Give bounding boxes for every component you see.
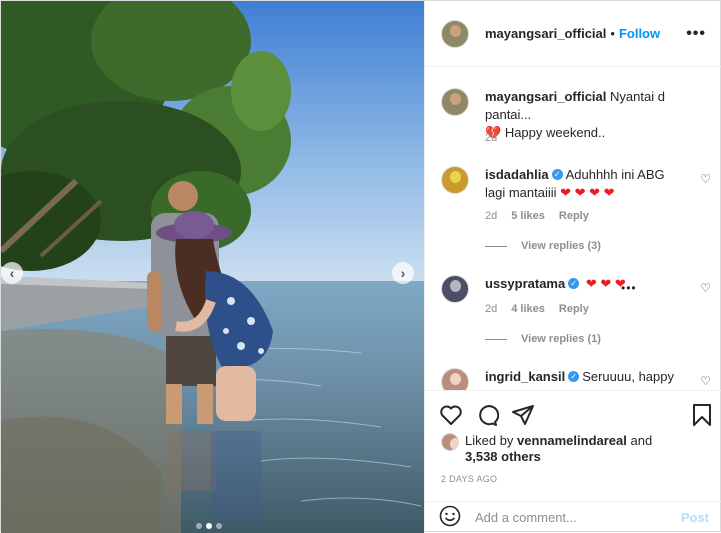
- caption-time: 2d: [485, 132, 498, 144]
- comment-meta: 2d 5 likes Reply: [485, 210, 589, 222]
- comment-username[interactable]: isdadahlia: [485, 167, 549, 182]
- previous-slide-button[interactable]: ‹: [1, 262, 23, 284]
- header-separator: •: [610, 26, 615, 41]
- likes-count-link[interactable]: 3,538 others: [465, 449, 541, 464]
- caption-row: mayangsari_official Nyantai d pantai... …: [441, 88, 711, 148]
- post-header: mayangsari_official • Follow •••: [425, 1, 721, 67]
- comment-options-icon[interactable]: •••: [621, 281, 637, 295]
- post-side-panel: mayangsari_official • Follow ••• mayangs…: [424, 1, 721, 533]
- caption-username[interactable]: mayangsari_official: [485, 89, 606, 104]
- next-slide-button[interactable]: ›: [392, 262, 414, 284]
- comment-likes[interactable]: 5 likes: [511, 210, 545, 222]
- comment-time: 2d: [485, 303, 498, 315]
- view-replies-button[interactable]: View replies (3): [485, 240, 601, 252]
- more-options-icon[interactable]: •••: [686, 25, 706, 43]
- carousel-dot: [196, 523, 202, 529]
- liked-by: Liked by vennamelindareal and 3,538 othe…: [441, 433, 685, 465]
- like-comment-heart-icon[interactable]: ♡: [700, 281, 711, 295]
- share-paper-plane-icon[interactable]: [511, 403, 535, 430]
- carousel-dot: [216, 523, 222, 529]
- caption-text-2: Happy weekend..: [504, 125, 606, 140]
- commenter-avatar[interactable]: [441, 368, 469, 390]
- view-replies-label: View replies (3): [521, 240, 601, 252]
- replies-divider-line: [485, 338, 507, 340]
- comment-row: isdadahlia ✓ Aduhhhh ini ABG lagi mantaiii…: [441, 166, 711, 261]
- smiley-icon[interactable]: [439, 505, 461, 530]
- liked-prefix: Liked by: [465, 433, 514, 448]
- comment-time: 2d: [485, 210, 498, 222]
- replies-divider-line: [485, 245, 507, 247]
- comment-meta: 2d 4 likes Reply: [485, 303, 589, 315]
- instagram-post: ‹ › mayangsari_official • Follow ••• may…: [0, 0, 721, 533]
- comment-username[interactable]: ussypratama: [485, 276, 565, 291]
- comment-text: Seruuuu, happy: [582, 369, 674, 384]
- comment-likes[interactable]: 4 likes: [511, 303, 545, 315]
- caption-avatar[interactable]: [441, 88, 469, 116]
- comment-body: isdadahlia ✓ Aduhhhh ini ABG lagi mantaiii…: [485, 166, 685, 202]
- comment-bubble-icon[interactable]: [475, 403, 500, 430]
- comment-body: ingrid_kansil ✓ Seruuuu, happy: [485, 368, 685, 386]
- commenter-avatar[interactable]: [441, 275, 469, 303]
- red-hearts-icon: ❤ ❤ ❤: [585, 276, 626, 291]
- verified-badge-icon: ✓: [551, 169, 563, 181]
- liked-and: and: [630, 433, 653, 448]
- comment-row: ussypratama ✓ ❤ ❤ ❤ ••• ♡ 2d 4 likes Repl…: [441, 275, 711, 355]
- liker-username[interactable]: vennamelindareal: [517, 433, 627, 448]
- post-actions: Liked by vennamelindareal and 3,538 othe…: [425, 390, 721, 494]
- comment-input[interactable]: [475, 510, 675, 525]
- verified-badge-icon: ✓: [568, 371, 580, 383]
- liker-avatar[interactable]: [441, 433, 459, 451]
- comment-username[interactable]: ingrid_kansil: [485, 369, 565, 384]
- post-photo[interactable]: ‹ ›: [1, 1, 424, 533]
- like-comment-heart-icon[interactable]: ♡: [700, 172, 711, 186]
- commenter-avatar[interactable]: [441, 166, 469, 194]
- caption-body: mayangsari_official Nyantai d pantai... …: [485, 88, 685, 142]
- post-date: 2 DAYS AGO: [441, 474, 498, 484]
- view-replies-label: View replies (1): [521, 333, 601, 345]
- author-avatar[interactable]: [441, 19, 469, 48]
- verified-badge-icon: ✓: [568, 278, 580, 290]
- carousel-dots: [196, 523, 222, 529]
- reply-button[interactable]: Reply: [559, 210, 589, 222]
- add-comment-bar: Post: [425, 501, 721, 533]
- author-username[interactable]: mayangsari_official: [485, 26, 606, 41]
- red-hearts-icon: ❤ ❤ ❤ ❤: [560, 185, 615, 200]
- view-replies-button[interactable]: View replies (1): [485, 333, 601, 345]
- comments-section[interactable]: mayangsari_official Nyantai d pantai... …: [425, 68, 721, 390]
- caption-meta: 2d: [485, 132, 497, 144]
- comment-body: ussypratama ✓ ❤ ❤ ❤: [485, 275, 685, 293]
- comment-row: ingrid_kansil ✓ Seruuuu, happy ♡: [441, 368, 711, 390]
- like-comment-heart-icon[interactable]: ♡: [700, 374, 711, 388]
- like-heart-icon[interactable]: [439, 403, 463, 430]
- save-bookmark-icon[interactable]: [691, 403, 713, 430]
- follow-button[interactable]: Follow: [619, 26, 660, 41]
- carousel-dot-active: [206, 523, 212, 529]
- liked-by-text: Liked by vennamelindareal and 3,538 othe…: [465, 433, 685, 465]
- reply-button[interactable]: Reply: [559, 303, 589, 315]
- beach-photo-image: [1, 1, 424, 533]
- post-comment-button[interactable]: Post: [681, 510, 709, 525]
